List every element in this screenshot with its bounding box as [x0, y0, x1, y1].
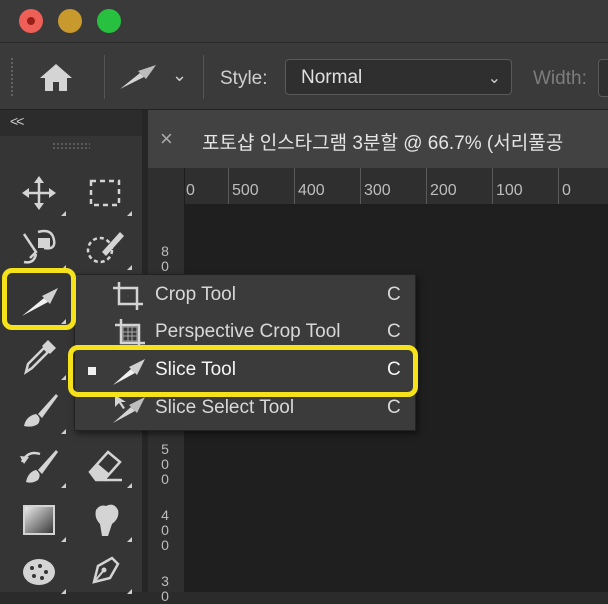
eraser-tool[interactable] [80, 440, 134, 490]
marquee-icon [89, 179, 121, 207]
ruler-label: 300 [364, 182, 391, 199]
width-input[interactable] [598, 59, 608, 97]
collapse-panel-button[interactable]: << [0, 110, 142, 136]
tool-preset-picker[interactable] [118, 63, 158, 91]
ruler-label: 100 [496, 182, 523, 199]
ruler-label: 500 [232, 182, 259, 199]
slice-select-tool-label: Slice Select Tool [155, 397, 295, 418]
slice-tool-highlight [2, 268, 76, 330]
separator [104, 55, 105, 99]
sponge-tool[interactable] [14, 546, 68, 596]
ruler-label: 30 [161, 573, 169, 604]
home-icon[interactable] [38, 61, 74, 93]
brush-tool[interactable] [14, 386, 68, 436]
move-tool[interactable] [14, 168, 68, 218]
options-bar: ⌄ Style: Normal ⌄ Width: [0, 42, 608, 110]
style-label: Style: [220, 68, 268, 89]
pen-tool[interactable] [80, 546, 134, 596]
smudge-tool[interactable] [80, 494, 134, 544]
style-select-value: Normal [301, 67, 363, 88]
options-bar-grip[interactable] [10, 57, 14, 97]
ruler-label: 0 [562, 182, 571, 199]
lasso-tool[interactable] [14, 222, 68, 272]
magnetic-lasso-icon [22, 229, 56, 264]
history-brush-icon [20, 450, 58, 483]
ruler-origin[interactable] [148, 168, 185, 204]
smudge-icon [95, 504, 119, 536]
close-icon[interactable]: × [160, 126, 173, 152]
gradient-icon [23, 505, 55, 535]
slice-select-icon [111, 393, 147, 425]
document-tab-title: 포토샵 인스타그램 3분할 @ 66.7% (서리풀공 [202, 133, 564, 154]
ruler-label: 400 [298, 182, 325, 199]
quick-selection-tool[interactable] [80, 222, 134, 272]
quick-selection-icon [86, 232, 124, 264]
minimize-window-button[interactable] [58, 9, 82, 33]
crop-icon [111, 280, 147, 312]
ruler-label: 200 [430, 182, 457, 199]
ruler-label: 400 [161, 507, 169, 553]
chevron-down-icon: ⌄ [487, 70, 501, 87]
gradient-tool[interactable] [14, 494, 68, 544]
ruler-label: 0 [186, 182, 195, 199]
chevron-down-icon[interactable]: ⌄ [172, 65, 187, 86]
perspective-crop-tool-label: Perspective Crop Tool [155, 321, 341, 342]
eyedropper-icon [24, 340, 56, 375]
horizontal-ruler[interactable]: 0 500 400 300 200 100 0 [148, 168, 608, 205]
document-tab[interactable]: × 포토샵 인스타그램 3분할 @ 66.7% (서리풀공 [148, 110, 608, 169]
perspective-crop-tool-shortcut: C [387, 321, 401, 342]
eraser-icon [88, 450, 122, 482]
tools-panel-grip[interactable] [52, 142, 90, 150]
slice-tool-item-highlight [68, 345, 418, 397]
width-label: Width: [533, 68, 587, 89]
brush-icon [24, 394, 58, 427]
crop-tool-label: Crop Tool [155, 284, 236, 305]
zoom-window-button[interactable] [97, 9, 121, 33]
slice-icon [120, 65, 156, 89]
ruler-label: 500 [161, 441, 169, 487]
window-titlebar [0, 0, 608, 42]
pen-icon [92, 556, 120, 584]
slice-select-tool-shortcut: C [387, 397, 401, 418]
collapse-label: << [10, 113, 24, 129]
marquee-tool[interactable] [80, 168, 134, 218]
close-window-button[interactable] [19, 9, 43, 33]
history-brush-tool[interactable] [14, 440, 68, 490]
separator [203, 55, 204, 99]
style-select[interactable]: Normal ⌄ [285, 59, 512, 95]
crop-tool-shortcut: C [387, 284, 401, 305]
sponge-icon [23, 559, 55, 585]
move-icon [22, 176, 56, 210]
eyedropper-tool[interactable] [14, 332, 68, 382]
crop-tool-item[interactable]: Crop Tool C [75, 277, 415, 314]
